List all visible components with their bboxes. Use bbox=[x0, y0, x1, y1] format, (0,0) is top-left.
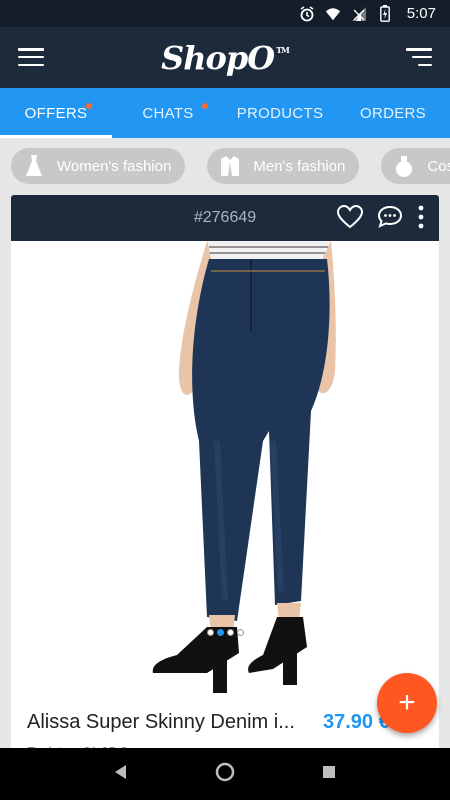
product-title: Alissa Super Skinny Denim i... bbox=[27, 711, 295, 733]
shopo-logo: ShopO TM bbox=[161, 38, 290, 77]
add-offer-button[interactable]: + bbox=[377, 673, 437, 733]
recents-icon[interactable] bbox=[321, 764, 337, 785]
tab-offers-label: OFFERS bbox=[24, 104, 88, 122]
category-chips: Women's fashion Men's fashion Cos bbox=[0, 138, 450, 194]
plus-icon: + bbox=[398, 686, 416, 719]
offer-card[interactable]: #276649 Alissa Super Skinny Denim i... 3… bbox=[11, 195, 439, 755]
chats-badge-dot bbox=[202, 103, 208, 109]
tab-chats-label: CHATS bbox=[142, 104, 194, 122]
logo-trademark: TM bbox=[276, 44, 290, 55]
more-vert-icon[interactable] bbox=[417, 205, 425, 234]
dress-icon bbox=[21, 153, 47, 179]
tab-offers[interactable]: OFFERS bbox=[0, 88, 112, 138]
chat-bubble-icon[interactable] bbox=[377, 205, 403, 234]
alarm-icon bbox=[299, 5, 315, 22]
home-icon[interactable] bbox=[215, 762, 235, 787]
wifi-icon bbox=[325, 6, 341, 22]
jeans-illustration bbox=[152, 241, 336, 693]
status-bar: 5:07 bbox=[0, 0, 450, 27]
signal-icon bbox=[351, 6, 367, 22]
chip-cosmetics-label: Cos bbox=[427, 157, 450, 175]
tab-products[interactable]: PRODUCTS bbox=[224, 88, 336, 138]
back-icon[interactable] bbox=[113, 764, 129, 785]
battery-icon bbox=[377, 5, 393, 22]
chip-mens-fashion[interactable]: Men's fashion bbox=[207, 148, 360, 184]
pager-dot-active[interactable] bbox=[217, 629, 224, 636]
tab-products-label: PRODUCTS bbox=[236, 104, 324, 122]
perfume-icon bbox=[391, 153, 417, 179]
pager-dot[interactable] bbox=[237, 629, 244, 636]
tab-orders-label: ORDERS bbox=[360, 104, 426, 122]
chip-mens-fashion-label: Men's fashion bbox=[253, 157, 346, 175]
pager-dot[interactable] bbox=[207, 629, 214, 636]
chip-cosmetics[interactable]: Cos bbox=[381, 148, 450, 184]
card-header: #276649 bbox=[11, 195, 439, 241]
chip-womens-fashion[interactable]: Women's fashion bbox=[11, 148, 186, 184]
main-tabs: OFFERS CHATS PRODUCTS ORDERS bbox=[0, 88, 450, 138]
offer-title-row: Alissa Super Skinny Denim i... 37.90 € bbox=[27, 711, 439, 734]
tab-orders[interactable]: ORDERS bbox=[336, 88, 450, 138]
status-time: 5:07 bbox=[406, 5, 436, 22]
product-image[interactable] bbox=[11, 241, 439, 711]
logo-text: ShopO bbox=[161, 38, 275, 77]
chip-womens-fashion-label: Women's fashion bbox=[57, 157, 172, 175]
tab-chats[interactable]: CHATS bbox=[112, 88, 224, 138]
hamburger-menu-icon[interactable] bbox=[18, 46, 44, 68]
offer-id: #276649 bbox=[193, 209, 257, 226]
system-nav-bar bbox=[0, 748, 450, 800]
filter-icon[interactable] bbox=[406, 46, 432, 68]
image-pager[interactable] bbox=[207, 629, 244, 636]
heart-icon[interactable] bbox=[336, 204, 364, 234]
offers-badge-dot bbox=[86, 103, 92, 109]
app-bar: ShopO TM bbox=[0, 27, 450, 88]
pager-dot[interactable] bbox=[227, 629, 234, 636]
jacket-icon bbox=[217, 153, 243, 179]
